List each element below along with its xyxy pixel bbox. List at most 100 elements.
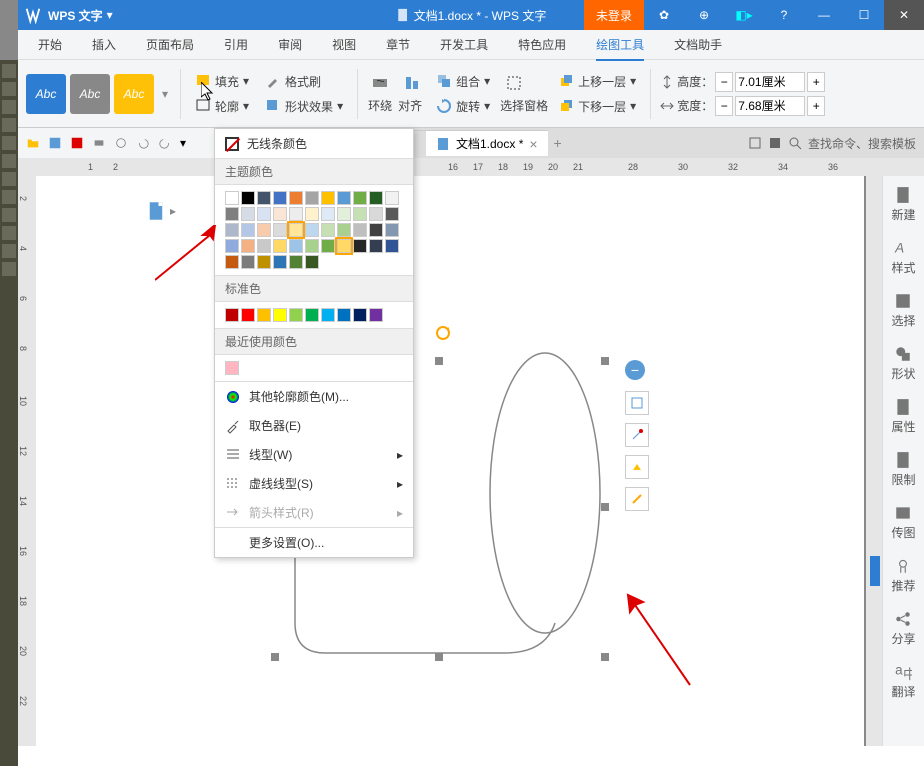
save-icon[interactable] — [48, 136, 62, 150]
color-swatch[interactable] — [353, 191, 367, 205]
shape-tool-3[interactable] — [625, 455, 649, 479]
handle-br[interactable] — [601, 653, 609, 661]
height-input[interactable] — [735, 72, 805, 92]
sp-rec[interactable]: 推荐 — [891, 557, 915, 594]
other-colors-option[interactable]: 其他轮廓颜色(M)... — [215, 382, 413, 411]
color-swatch[interactable] — [337, 191, 351, 205]
menu-review[interactable]: 审阅 — [278, 36, 302, 53]
sp-style[interactable]: A样式 — [891, 239, 915, 276]
height-plus[interactable]: + — [807, 72, 825, 92]
search-input[interactable]: 查找命令、搜索模板 — [808, 135, 916, 152]
menu-start[interactable]: 开始 — [38, 36, 62, 53]
width-label: 宽度： — [677, 97, 713, 114]
style-preset-2[interactable]: Abc — [70, 74, 110, 114]
pin-icon[interactable] — [768, 136, 782, 150]
new-tab-button[interactable]: + — [548, 135, 568, 151]
sp-shape[interactable]: 形状 — [891, 345, 915, 382]
outline-button[interactable]: 轮廓 ▾ — [189, 96, 255, 117]
plus-icon[interactable]: ⊕ — [684, 0, 724, 30]
close-button[interactable]: ✕ — [884, 0, 924, 30]
color-swatch[interactable] — [241, 191, 255, 205]
search-icon[interactable] — [788, 136, 802, 150]
linetype-option[interactable]: 线型(W)▸ — [215, 440, 413, 469]
menu-special[interactable]: 特色应用 — [518, 36, 566, 53]
maximize-button[interactable]: ☐ — [844, 0, 884, 30]
arrow-option[interactable]: 箭头样式(R)▸ — [215, 498, 413, 527]
login-button[interactable]: 未登录 — [584, 0, 644, 30]
shape-tool-2[interactable] — [625, 423, 649, 447]
sp-share[interactable]: 分享 — [891, 610, 915, 647]
down-layer-button[interactable]: 下移一层 ▾ — [552, 96, 642, 117]
wrap-button[interactable] — [366, 73, 394, 93]
menu-chapter[interactable]: 章节 — [386, 36, 410, 53]
menu-insert[interactable]: 插入 — [92, 36, 116, 53]
handle-tr[interactable] — [601, 357, 609, 365]
rotate-button[interactable]: 旋转 ▾ — [430, 96, 496, 117]
width-input[interactable] — [735, 96, 805, 116]
standard-colors-header: 标准色 — [215, 275, 413, 302]
sp-limit[interactable]: 限制 — [891, 451, 915, 488]
minimize-button[interactable]: — — [804, 0, 844, 30]
style-preset-1[interactable]: Abc — [26, 74, 66, 114]
up-layer-button[interactable]: 上移一层 ▾ — [552, 71, 642, 92]
sp-select[interactable]: 选择 — [891, 292, 915, 329]
brush-button[interactable]: 格式刷 — [259, 71, 349, 92]
menu-dev[interactable]: 开发工具 — [440, 36, 488, 53]
sp-new[interactable]: 新建 — [891, 186, 915, 223]
width-plus[interactable]: + — [807, 96, 825, 116]
color-swatch[interactable] — [321, 191, 335, 205]
width-minus[interactable]: − — [715, 96, 733, 116]
help-icon[interactable]: ? — [764, 0, 804, 30]
handle-tm[interactable] — [435, 357, 443, 365]
dash-option[interactable]: 虚线线型(S)▸ — [215, 469, 413, 498]
print-icon[interactable] — [92, 136, 106, 150]
menu-layout[interactable]: 页面布局 — [146, 36, 194, 53]
sp-prop[interactable]: 属性 — [891, 398, 915, 435]
menu-draw[interactable]: 绘图工具 — [596, 36, 644, 61]
fill-button[interactable]: 填充 ▾ — [189, 71, 255, 92]
rotate-handle[interactable] — [435, 325, 451, 344]
convert-icon[interactable] — [70, 136, 84, 150]
settings-icon[interactable]: ✿ — [644, 0, 684, 30]
menu-ref[interactable]: 引用 — [224, 36, 248, 53]
tab-close-icon[interactable]: × — [529, 136, 537, 152]
svg-text:a: a — [896, 663, 904, 677]
shape-effect-button[interactable]: 形状效果 ▾ — [259, 96, 349, 117]
color-swatch[interactable] — [257, 191, 271, 205]
color-swatch[interactable] — [273, 191, 287, 205]
handle-bm[interactable] — [435, 653, 443, 661]
page-icon: ▸ — [146, 196, 176, 226]
doc-tab-2[interactable]: 文档1.docx *× — [426, 130, 548, 156]
style-dropdown[interactable]: ▾ — [158, 74, 172, 114]
picker-option[interactable]: 取色器(E) — [215, 411, 413, 440]
scroll-thumb[interactable] — [870, 556, 880, 586]
align-button[interactable] — [398, 73, 426, 93]
no-line-option[interactable]: 无线条颜色 — [215, 129, 413, 158]
preview-icon[interactable] — [114, 136, 128, 150]
sp-img[interactable]: 传图 — [891, 504, 915, 541]
height-minus[interactable]: − — [715, 72, 733, 92]
menu-assist[interactable]: 文档助手 — [674, 36, 722, 53]
more-settings-option[interactable]: 更多设置(O)... — [215, 528, 413, 557]
shape-tool-1[interactable] — [625, 391, 649, 415]
redo-icon[interactable] — [158, 136, 172, 150]
color-swatch[interactable] — [289, 191, 303, 205]
skin-icon[interactable]: ◧▸ — [724, 0, 764, 30]
undo-icon[interactable] — [136, 136, 150, 150]
color-swatch[interactable] — [369, 191, 383, 205]
color-swatch[interactable] — [225, 191, 239, 205]
shape-tool-4[interactable] — [625, 487, 649, 511]
combine-button[interactable]: 组合 ▾ — [430, 71, 496, 92]
mode-icon[interactable] — [748, 136, 762, 150]
handle-bl[interactable] — [271, 653, 279, 661]
shape-minus-icon[interactable]: − — [625, 360, 645, 380]
selpane-button[interactable] — [500, 73, 548, 93]
menu-view[interactable]: 视图 — [332, 36, 356, 53]
style-preset-3[interactable]: Abc — [114, 74, 154, 114]
color-swatch[interactable] — [305, 191, 319, 205]
annotation-arrow-1 — [155, 225, 235, 285]
handle-mr[interactable] — [601, 503, 609, 511]
recent-color-swatch[interactable] — [225, 361, 239, 375]
sp-trans[interactable]: a中翻译 — [891, 663, 915, 700]
open-icon[interactable] — [26, 136, 40, 150]
